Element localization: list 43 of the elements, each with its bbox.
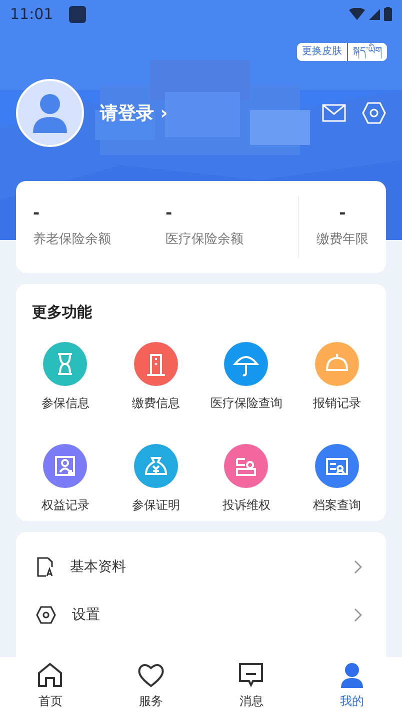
tab[interactable]: 服务 <box>100 662 201 710</box>
feature-button[interactable]: 参保证明 <box>110 430 201 514</box>
stat-value: - <box>339 204 346 222</box>
battery-icon <box>384 7 392 21</box>
feature-button[interactable]: 报销记录 <box>292 328 382 412</box>
person-icon <box>338 662 365 688</box>
feature-button[interactable]: 参保信息 <box>20 328 110 412</box>
settings-icon[interactable] <box>362 102 386 124</box>
app-notification-icon <box>69 6 86 22</box>
stat-value: - <box>33 204 41 222</box>
menu-item[interactable]: 设置 <box>16 591 386 639</box>
mail-icon[interactable] <box>322 104 346 122</box>
feature-button[interactable]: 档案查询 <box>292 430 382 514</box>
tab[interactable]: 首页 <box>0 662 100 710</box>
portrait-add-icon <box>43 444 88 488</box>
hourglass-icon <box>43 342 88 386</box>
chevron-right-icon <box>354 608 362 622</box>
feature-button[interactable]: 权益记录 <box>20 430 110 514</box>
person-icon <box>31 93 69 133</box>
heart-icon <box>136 662 165 688</box>
id-card-icon <box>314 444 359 488</box>
stat-label: 养老保险余额 <box>33 231 112 250</box>
signal-icon <box>369 8 380 20</box>
settings-icon <box>36 606 56 624</box>
feature-button[interactable]: 缴费信息 <box>110 328 201 412</box>
menu-item[interactable]: 基本资料 <box>16 543 386 591</box>
money-bag-icon <box>134 444 178 488</box>
building-icon <box>134 342 178 386</box>
stat-value: - <box>166 204 174 222</box>
chevron-right-icon <box>354 560 362 574</box>
stat-label: 医疗保险余额 <box>166 231 244 250</box>
stat-label: 缴费年限 <box>316 231 368 250</box>
feature-button[interactable]: 投诉维权 <box>201 430 292 514</box>
umbrella-icon <box>224 342 268 386</box>
section-title: 更多功能 <box>32 303 92 321</box>
document-icon <box>36 557 54 577</box>
message-icon <box>238 662 264 688</box>
status-time: 11:01 <box>10 4 54 25</box>
tab[interactable]: 我的 <box>302 662 402 710</box>
feature-button[interactable]: 医疗保险查询 <box>201 328 292 412</box>
home-icon <box>37 662 64 688</box>
wifi-icon <box>349 8 365 20</box>
tab[interactable]: 消息 <box>201 662 302 710</box>
